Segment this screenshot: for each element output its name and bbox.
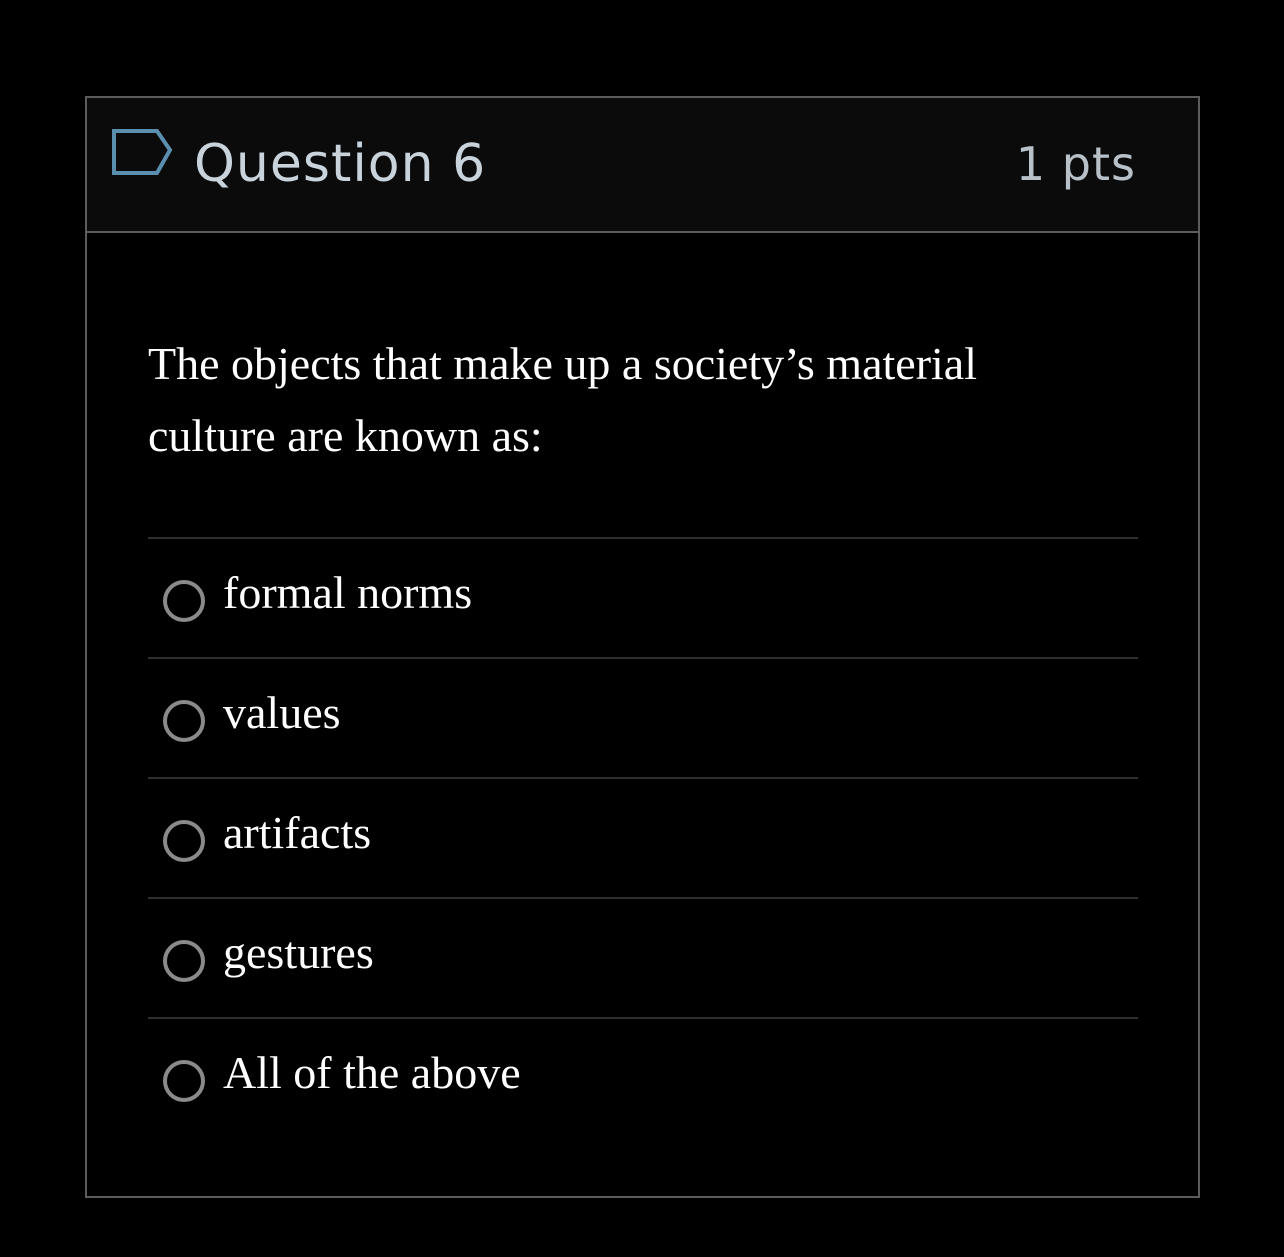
radio-button[interactable] — [163, 1060, 205, 1102]
answer-label[interactable]: All of the above — [223, 1043, 521, 1103]
answer-label[interactable]: artifacts — [223, 803, 371, 863]
answer-label[interactable]: values — [223, 683, 341, 743]
answer-list: formal norms values artifacts gestures A… — [148, 537, 1138, 1137]
question-text: The objects that make up a society’s mat… — [148, 338, 977, 461]
question-title: Question 6 — [194, 134, 487, 194]
question-card: Question 6 1 pts The objects that make u… — [85, 96, 1200, 1198]
radio-button[interactable] — [163, 820, 205, 862]
answer-option-artifacts[interactable]: artifacts — [148, 777, 1138, 897]
answer-option-formal-norms[interactable]: formal norms — [148, 537, 1138, 657]
radio-button[interactable] — [163, 580, 205, 622]
answer-label[interactable]: gestures — [223, 923, 374, 983]
answer-label[interactable]: formal norms — [223, 563, 472, 623]
radio-button[interactable] — [163, 700, 205, 742]
question-header: Question 6 1 pts — [87, 98, 1198, 233]
answer-option-values[interactable]: values — [148, 657, 1138, 777]
radio-button[interactable] — [163, 940, 205, 982]
question-body: The objects that make up a society’s mat… — [148, 328, 1138, 1102]
answer-option-gestures[interactable]: gestures — [148, 897, 1138, 1017]
flag-icon[interactable] — [111, 128, 173, 178]
answer-option-all-of-the-above[interactable]: All of the above — [148, 1017, 1138, 1137]
question-points: 1 pts — [1015, 137, 1136, 191]
